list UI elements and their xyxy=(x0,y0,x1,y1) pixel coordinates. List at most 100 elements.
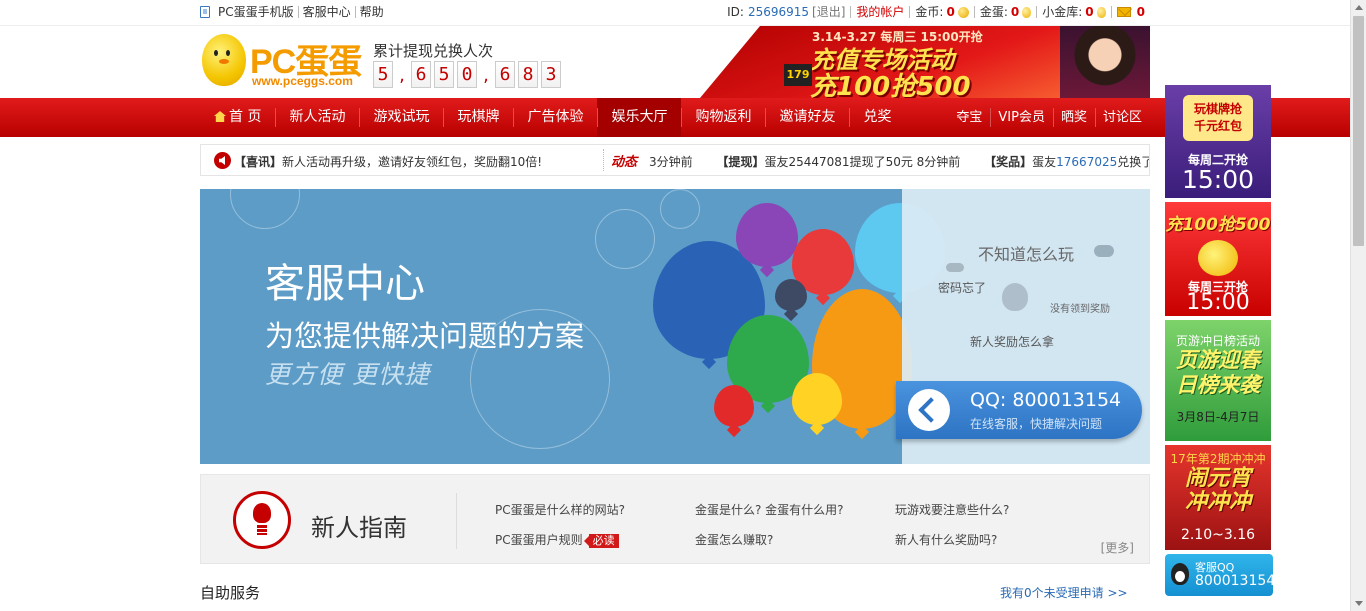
page: PC蛋蛋手机版 客服中心 帮助 ID: 25696915 [退出] 我的帐户 金… xyxy=(0,0,1366,611)
dynamic-text: 蛋友25447081提现了50元 8分钟前 xyxy=(764,155,961,169)
guide-link[interactable]: PC蛋蛋是什么样的网站? xyxy=(495,501,625,518)
guide-title: 新人指南 xyxy=(311,514,407,542)
pending-requests-link[interactable]: 我有0个未受理申请 >> xyxy=(1000,584,1128,601)
arrow-left-icon xyxy=(908,389,950,431)
egg-icon xyxy=(1022,6,1032,18)
service-center-link[interactable]: 客服中心 xyxy=(299,6,356,18)
top-links: PC蛋蛋手机版 客服中心 帮助 xyxy=(200,6,388,18)
logout-link[interactable]: [退出] xyxy=(812,6,845,18)
counter-digit: 6 xyxy=(495,61,515,88)
side-qq-service[interactable]: 客服QQ 800013154 xyxy=(1165,554,1273,596)
faq-newbie-reward[interactable]: 新人奖励怎么拿 xyxy=(970,333,1054,350)
faq-no-reward[interactable]: 没有领到奖励 xyxy=(1050,300,1110,315)
nav-item-chess-cards[interactable]: 玩棋牌 xyxy=(443,98,513,137)
mail-count: 0 xyxy=(1136,5,1145,19)
egg-icon xyxy=(1096,6,1106,18)
dynamic-time: 3分钟前 xyxy=(649,155,693,169)
vertical-scrollbar[interactable] xyxy=(1350,0,1366,611)
deco-circle xyxy=(595,209,655,269)
more-link[interactable]: [更多] xyxy=(1101,539,1134,556)
guide-link[interactable]: 新人有什么奖励吗? xyxy=(895,531,997,548)
qq-number: 800013154 xyxy=(1195,573,1273,589)
scroll-up-icon[interactable] xyxy=(1355,5,1363,10)
qq-service-button[interactable]: QQ: 800013154 在线客服，快捷解决问题 xyxy=(896,381,1142,439)
guide-link[interactable]: 玩游戏要注意些什么? xyxy=(895,501,1009,518)
news-tag: 【喜讯】 xyxy=(234,155,283,169)
counter-digit: 3 xyxy=(541,61,561,88)
id-label: ID: xyxy=(727,5,744,19)
nav-item-entertainment[interactable]: 娱乐大厅 xyxy=(597,98,682,137)
nav-item-game-trial[interactable]: 游戏试玩 xyxy=(359,98,443,137)
vault-label: 小金库: xyxy=(1042,5,1083,19)
nav-item-treasure[interactable]: 夺宝 xyxy=(948,98,990,137)
promo-badge: 179 xyxy=(784,64,812,86)
news-text: 新人活动再升级，邀请好友领红包，奖励翻10倍! xyxy=(282,155,543,169)
withdraw-counter: 5 , 6 5 0 , 6 8 3 xyxy=(373,61,561,91)
deco-circle xyxy=(230,189,300,229)
cloud-icon xyxy=(946,263,964,272)
penguin-icon xyxy=(1002,283,1028,311)
guide-link[interactable]: 金蛋是什么? 金蛋有什么用? xyxy=(695,501,844,518)
side-ad-recharge[interactable]: 充100抢500 每周三开抢 15:00 xyxy=(1165,202,1271,316)
mobile-version-link[interactable]: PC蛋蛋手机版 xyxy=(214,6,299,18)
balloon-icon xyxy=(775,279,807,311)
guide-divider xyxy=(456,493,457,549)
dynamic-user-link[interactable]: 17667025 xyxy=(1056,155,1117,169)
coin-icon xyxy=(957,6,969,18)
must-read-badge: 必读 xyxy=(583,534,619,548)
banner-slogan: 更方便 更快捷 xyxy=(265,360,430,389)
news-item[interactable]: 【喜讯】新人活动再升级，邀请好友领红包，奖励翻10倍! xyxy=(234,153,542,170)
side-ad-webgame-rank[interactable]: 页游冲日榜活动 页游迎春 日榜来袭 3月8日-4月7日 xyxy=(1165,320,1271,441)
nav-item-home[interactable]: 首 页 xyxy=(200,98,275,137)
scrollbar-thumb[interactable] xyxy=(1353,16,1364,246)
side-ad-lantern[interactable]: 17年第2期冲冲冲 闹元宵 冲冲冲 2.10~3.16 xyxy=(1165,445,1271,550)
recharge-promo-banner[interactable]: 3.14-3.27 每周三 15:00开抢 充值专场活动 179 充100抢50… xyxy=(700,26,1150,98)
newbie-guide: 新人指南 PC蛋蛋是什么样的网站? 金蛋是什么? 金蛋有什么用? 玩游戏要注意些… xyxy=(200,474,1150,564)
faq-forgot-password[interactable]: 密码忘了 xyxy=(938,279,986,296)
nav-item-showcase[interactable]: 晒奖 xyxy=(1052,98,1095,137)
gamepad-icon xyxy=(1094,245,1114,257)
nav-item-ad-experience[interactable]: 广告体验 xyxy=(513,98,597,137)
side-ad-chess-redpacket[interactable]: 玩棋牌抢 千元红包 每周二开抢 15:00 xyxy=(1165,85,1271,198)
balloon-icon xyxy=(736,203,798,267)
egg-label: 金蛋: xyxy=(979,5,1008,19)
qq-description: 在线客服，快捷解决问题 xyxy=(970,417,1103,431)
scroll-down-icon[interactable] xyxy=(1355,601,1363,606)
nav-item-forum[interactable]: 讨论区 xyxy=(1094,98,1150,137)
nav-item-invite-friends[interactable]: 邀请好友 xyxy=(765,98,849,137)
nav-item-label: 首 页 xyxy=(229,109,262,125)
side-ad-date: 3月8日-4月7日 xyxy=(1176,410,1260,424)
mail-icon xyxy=(1116,7,1131,17)
gold-value: 0 xyxy=(946,5,955,19)
side-ad-date: 2.10~3.16 xyxy=(1180,527,1256,543)
faq-how-to-play[interactable]: 不知道怎么玩 xyxy=(978,241,1074,265)
logo-url: www.pceggs.com xyxy=(252,74,353,88)
top-bar: PC蛋蛋手机版 客服中心 帮助 ID: 25696915 [退出] 我的帐户 金… xyxy=(0,0,1350,26)
nav-item-redeem[interactable]: 兑奖 xyxy=(849,98,905,137)
help-link[interactable]: 帮助 xyxy=(356,6,388,18)
side-ad-time: 15:00 xyxy=(1181,165,1255,194)
counter-label: 累计提现兑换人次 xyxy=(373,42,494,60)
banner-title: 客服中心 xyxy=(265,261,425,307)
counter-digit: 5 xyxy=(373,61,393,88)
lightbulb-icon xyxy=(233,491,291,549)
nav-item-shopping-rebate[interactable]: 购物返利 xyxy=(681,98,765,137)
side-ad-time: 15:00 xyxy=(1186,290,1250,315)
counter-digit: 6 xyxy=(411,61,431,88)
nav-item-newbie[interactable]: 新人活动 xyxy=(275,98,359,137)
site-logo[interactable]: PC蛋蛋 www.pceggs.com xyxy=(200,30,365,92)
dynamic-tag: 【奖品】 xyxy=(984,155,1033,169)
my-account-link[interactable]: 我的帐户 xyxy=(856,6,904,18)
chick-mascot-icon xyxy=(202,34,246,86)
nav-item-vip[interactable]: VIP会员 xyxy=(990,98,1053,137)
guide-link[interactable]: 金蛋怎么赚取? xyxy=(695,531,773,548)
user-id: 25696915 xyxy=(747,5,810,19)
guide-link-rules[interactable]: PC蛋蛋用户规则 必读 xyxy=(495,531,619,548)
main-nav: 首 页 新人活动 游戏试玩 玩棋牌 广告体验 娱乐大厅 购物返利 邀请好友 兑奖… xyxy=(0,98,1350,137)
qq-number: QQ: 800013154 xyxy=(970,389,1122,411)
counter-separator: , xyxy=(483,65,489,86)
mail-button[interactable]: 0 xyxy=(1112,6,1150,18)
nav-left: 首 页 新人活动 游戏试玩 玩棋牌 广告体验 娱乐大厅 购物返利 邀请好友 兑奖 xyxy=(200,98,905,137)
home-icon xyxy=(214,111,226,122)
dynamic-feed: 3分钟前 【提现】蛋友25447081提现了50元 8分钟前 【奖品】蛋友176… xyxy=(649,153,1149,170)
